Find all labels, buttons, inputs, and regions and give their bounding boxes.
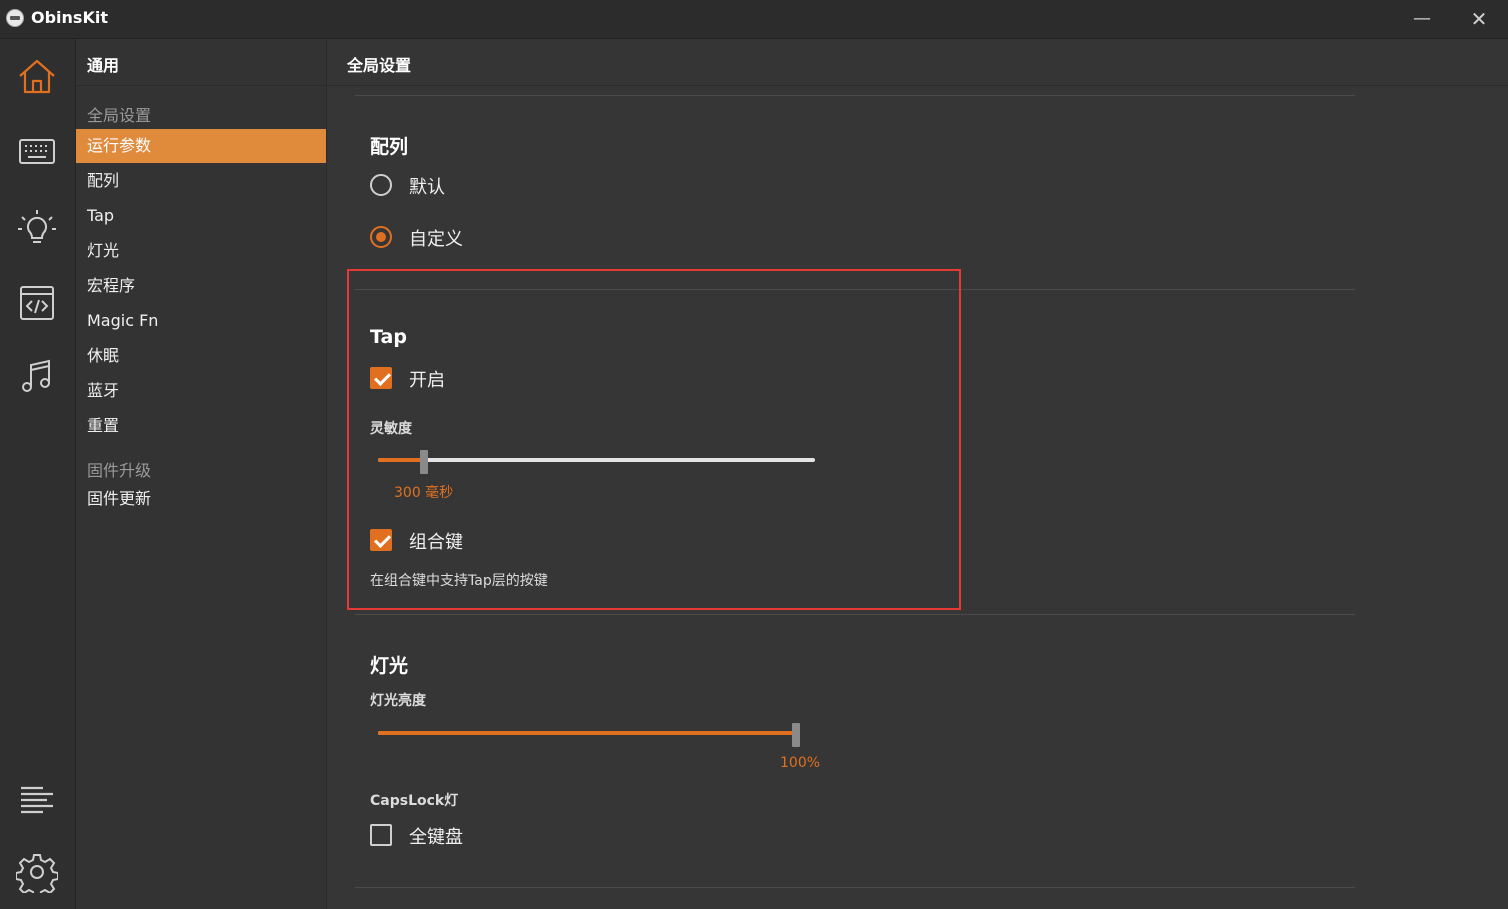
menu-item-firmware-update[interactable]: 固件更新 xyxy=(76,482,326,516)
menu-section-global: 全局设置 xyxy=(87,106,152,125)
capslock-label: CapsLock灯 xyxy=(370,793,459,809)
menu-item-lighting[interactable]: 灯光 xyxy=(76,234,326,268)
radio-custom-label: 自定义 xyxy=(409,229,463,250)
menu-section-firmware: 固件升级 xyxy=(87,461,152,480)
app-title: ObinsKit xyxy=(31,8,108,27)
lighting-section-title: 灯光 xyxy=(370,655,409,677)
menu-item-macro[interactable]: 宏程序 xyxy=(76,269,326,303)
divider xyxy=(355,887,1355,888)
sidebar-header: 通用 xyxy=(76,39,326,86)
full-keyboard-label: 全键盘 xyxy=(409,827,463,848)
gear-icon[interactable] xyxy=(15,851,59,898)
lightbulb-icon[interactable] xyxy=(16,207,58,249)
list-icon[interactable] xyxy=(16,777,58,819)
brightness-slider-thumb[interactable] xyxy=(792,723,800,747)
brightness-slider[interactable] xyxy=(378,723,800,747)
settings-sidebar: 通用 全局设置 运行参数 配列 Tap 灯光 宏程序 Magic Fn 休眠 蓝… xyxy=(76,39,327,909)
icon-nav-bar xyxy=(0,39,76,909)
menu-item-runtime-params[interactable]: 运行参数 xyxy=(76,129,326,163)
radio-default-label: 默认 xyxy=(409,177,445,198)
close-button[interactable]: ✕ xyxy=(1466,6,1492,32)
menu-item-layout[interactable]: 配列 xyxy=(76,164,326,198)
keyboard-icon[interactable] xyxy=(16,131,58,173)
minimize-button[interactable]: — xyxy=(1409,6,1435,32)
page-title: 全局设置 xyxy=(347,56,412,75)
main-panel: 全局设置 配列 默认 自定义 Tap 开启 灵敏度 300 毫秒 组合键 在组合… xyxy=(327,39,1508,909)
layout-section-title: 配列 xyxy=(370,136,409,158)
sidebar-title: 通用 xyxy=(87,56,120,75)
app-logo-icon xyxy=(6,9,24,27)
full-keyboard-checkbox-control[interactable] xyxy=(370,824,392,846)
menu-item-bluetooth[interactable]: 蓝牙 xyxy=(76,374,326,408)
brightness-value: 100% xyxy=(780,755,821,771)
main-header: 全局设置 xyxy=(327,39,1508,86)
divider xyxy=(355,95,1355,96)
menu-item-tap[interactable]: Tap xyxy=(76,199,326,233)
radio-default-control[interactable] xyxy=(370,174,392,196)
highlight-box xyxy=(347,269,961,610)
menu-item-sleep[interactable]: 休眠 xyxy=(76,339,326,373)
code-icon[interactable] xyxy=(16,282,58,324)
title-bar: ObinsKit — ✕ xyxy=(0,0,1508,39)
menu-item-magic-fn[interactable]: Magic Fn xyxy=(76,304,326,338)
brightness-slider-fill xyxy=(378,731,800,735)
music-icon[interactable] xyxy=(16,356,58,398)
divider xyxy=(355,614,1355,615)
brightness-label: 灯光亮度 xyxy=(370,693,426,709)
home-icon[interactable] xyxy=(16,56,58,98)
menu-item-reset[interactable]: 重置 xyxy=(76,409,326,443)
radio-custom-control[interactable] xyxy=(370,226,392,248)
